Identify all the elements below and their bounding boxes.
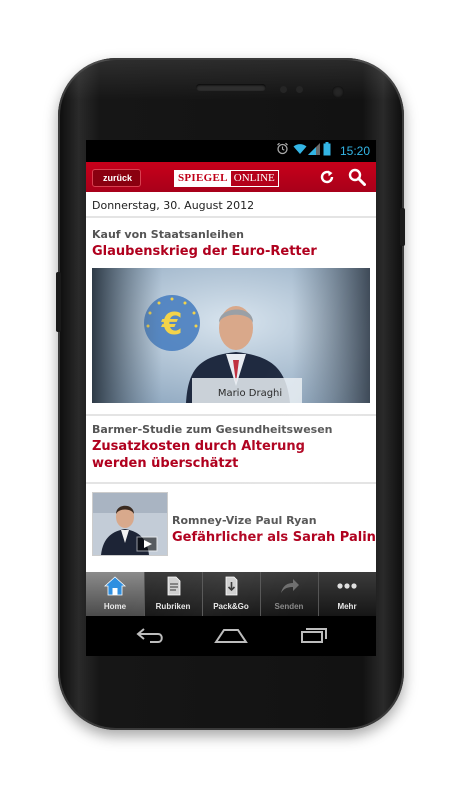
signal-icon (308, 143, 320, 158)
back-button[interactable]: zurück (92, 169, 142, 187)
alarm-icon (276, 142, 289, 158)
search-icon[interactable] (348, 168, 366, 186)
article-kicker[interactable]: Kauf von Staatsanleihen (92, 228, 244, 241)
article-kicker[interactable]: Romney-Vize Paul Ryan (172, 514, 317, 527)
wifi-icon (293, 143, 307, 158)
article-image[interactable]: € Mario Draghi (92, 268, 370, 403)
svg-text:€: € (161, 307, 183, 342)
more-icon (337, 583, 357, 589)
logo-online: ONLINE (230, 171, 278, 186)
home-icon (104, 576, 126, 596)
article-headline[interactable]: Zusatzkosten durch Alterung werden übers… (92, 438, 362, 472)
status-bar: 15:20 (86, 140, 376, 162)
refresh-icon[interactable] (318, 168, 336, 186)
divider (86, 482, 376, 484)
divider (86, 414, 376, 416)
article-kicker[interactable]: Barmer-Studie zum Gesundheitswesen (92, 423, 333, 436)
share-icon (281, 579, 299, 593)
divider (86, 216, 376, 218)
power-button (56, 272, 61, 332)
tab-label: Pack&Go (213, 602, 249, 611)
tab-home[interactable]: Home (86, 572, 144, 616)
article-thumbnail[interactable] (92, 492, 168, 556)
news-feed[interactable]: Donnerstag, 30. August 2012 Kauf von Sta… (86, 192, 376, 572)
article-headline[interactable]: Glaubenskrieg der Euro-Retter (92, 243, 317, 260)
logo-spiegel: SPIEGEL (175, 171, 231, 186)
tab-senden[interactable]: Senden (260, 572, 318, 616)
system-nav-bar (86, 616, 376, 656)
tab-label: Mehr (337, 602, 357, 611)
feed-date: Donnerstag, 30. August 2012 (92, 199, 255, 212)
tab-pack-go[interactable]: Pack&Go (202, 572, 260, 616)
tab-label: Rubriken (155, 602, 191, 611)
app-bar: zurück SPIEGEL ONLINE (86, 162, 376, 192)
tab-label: Senden (274, 602, 304, 611)
proximity-sensor (280, 86, 287, 93)
image-caption: Mario Draghi (218, 388, 282, 399)
tab-label: Home (103, 602, 127, 611)
tab-rubriken[interactable]: Rubriken (144, 572, 202, 616)
front-camera (332, 86, 344, 98)
status-time: 15:20 (339, 144, 370, 158)
document-icon (167, 576, 181, 596)
back-icon[interactable] (136, 626, 166, 644)
battery-icon (323, 142, 331, 159)
screen: 15:20 zurück SPIEGEL ONLINE Donnerstag, … (86, 140, 376, 616)
spiegel-online-logo[interactable]: SPIEGEL ONLINE (174, 170, 279, 187)
bottom-tab-bar: Home Rubriken Pack&Go Senden Mehr (86, 572, 376, 616)
home-nav-icon[interactable] (214, 626, 248, 644)
earpiece-speaker (196, 84, 266, 91)
light-sensor (296, 86, 303, 93)
volume-button (400, 208, 405, 246)
tab-mehr[interactable]: Mehr (318, 572, 376, 616)
recent-apps-icon[interactable] (298, 626, 328, 644)
article-headline[interactable]: Gefährlicher als Sarah Palin (172, 529, 376, 546)
download-icon (225, 576, 238, 596)
